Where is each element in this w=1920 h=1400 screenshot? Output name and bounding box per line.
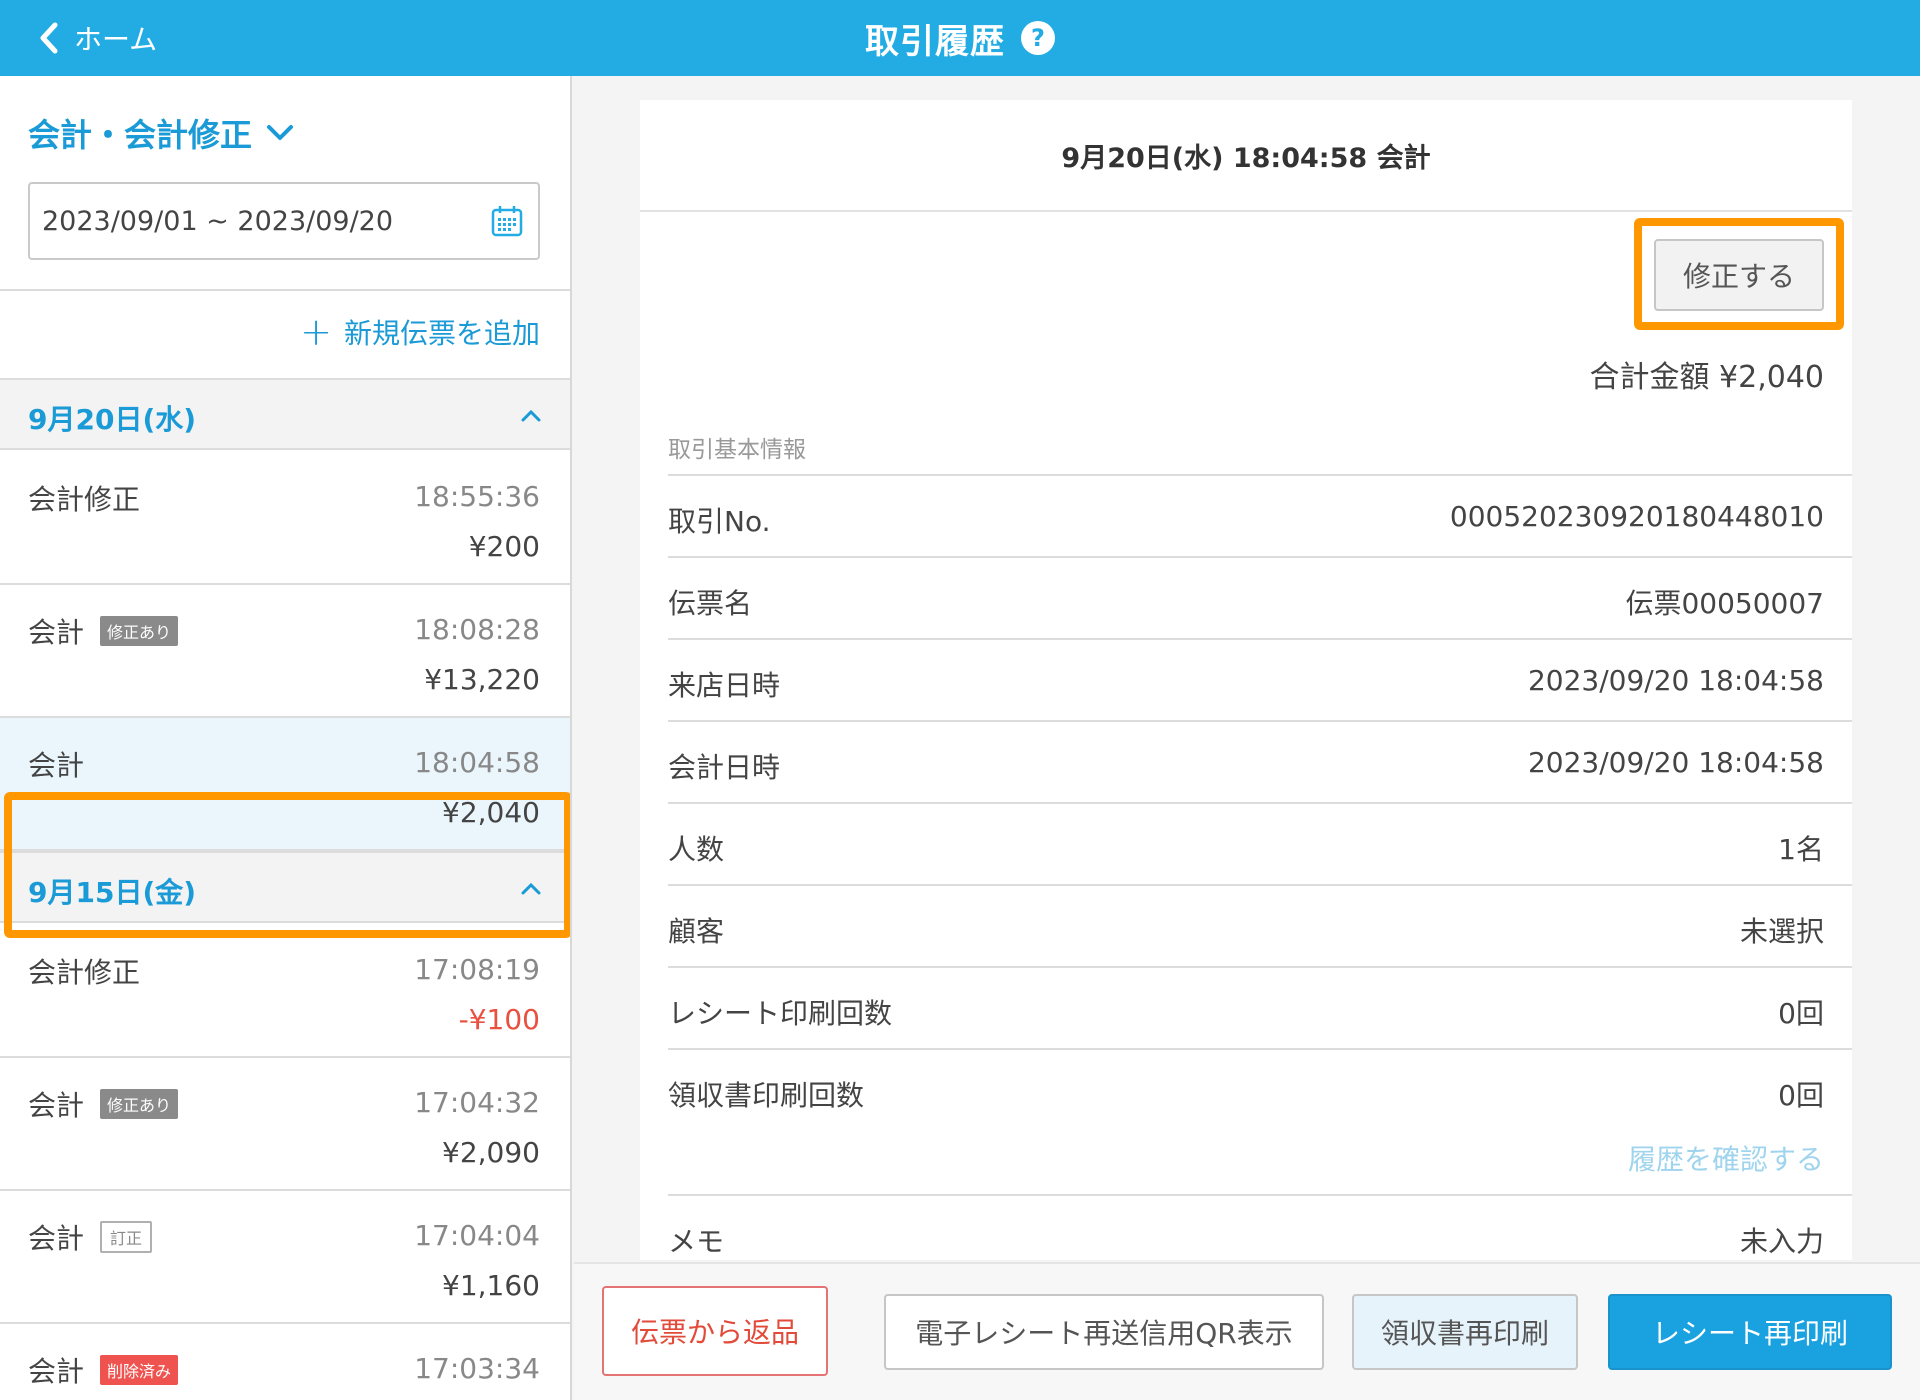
- action-bar: 伝票から返品 電子レシート再送信用QR表示 領収書再印刷 レシート再印刷: [574, 1262, 1920, 1400]
- date-range-field[interactable]: 2023/09/01 ~ 2023/09/20: [28, 182, 540, 260]
- info-value: 0回: [1778, 1079, 1824, 1112]
- info-row: 来店日時 2023/09/20 18:04:58: [668, 638, 1852, 720]
- info-key: レシート印刷回数: [668, 997, 893, 1030]
- filter-dropdown[interactable]: 会計・会計修正: [28, 110, 294, 156]
- date-group-label: 9月20日(水): [28, 403, 197, 436]
- edit-button[interactable]: 修正する: [1654, 239, 1824, 311]
- correction-badge: 訂正: [100, 1221, 153, 1253]
- transaction-time: 18:55:36: [414, 480, 540, 513]
- reprint-slip-button[interactable]: レシート再印刷: [1608, 1294, 1892, 1370]
- info-value: 0回: [1778, 997, 1824, 1030]
- transaction-item[interactable]: 会計修正 18:55:36 ¥200: [0, 452, 570, 585]
- date-group-label: 9月15日(金): [28, 876, 197, 909]
- info-row: 伝票名 伝票00050007: [668, 556, 1852, 638]
- info-value: 00052023092018044801​0: [1449, 500, 1824, 533]
- date-group-header[interactable]: 9月20日(水): [0, 378, 570, 450]
- transaction-time: 17:04:04: [414, 1219, 540, 1252]
- info-row: 領収書印刷回数 0回 履歴を確認する: [668, 1048, 1852, 1194]
- transaction-kind-wrap: 会計 修正あり: [28, 611, 179, 651]
- add-slip-button[interactable]: + 新規伝票を追加: [300, 312, 540, 352]
- reprint-receipt-button[interactable]: 領収書再印刷: [1352, 1294, 1578, 1370]
- deleted-badge: 削除済み: [100, 1355, 179, 1385]
- transaction-item[interactable]: 会計 訂正 17:04:04 ¥1,160: [0, 1191, 570, 1324]
- info-value: 1名: [1778, 833, 1824, 866]
- transaction-amount: ¥1,160: [442, 1269, 540, 1302]
- modified-badge: 修正あり: [100, 1089, 179, 1119]
- transaction-kind: 会計: [28, 749, 85, 782]
- transaction-time: 18:08:28: [414, 613, 540, 646]
- transaction-kind-wrap: 会計 訂正: [28, 1217, 153, 1257]
- plus-icon: +: [300, 310, 332, 354]
- date-range-value: 2023/09/01 ~ 2023/09/20: [42, 205, 394, 237]
- info-row: 人数 1名: [668, 802, 1852, 884]
- show-qr-button[interactable]: 電子レシート再送信用QR表示: [884, 1294, 1324, 1370]
- filter-label: 会計・会計修正: [28, 116, 253, 154]
- calendar-icon[interactable]: [490, 204, 524, 238]
- info-row: 顧客 未選択: [668, 884, 1852, 966]
- info-row: レシート印刷回数 0回: [668, 966, 1852, 1048]
- info-value: 2023/09/20 18:04:58: [1527, 664, 1824, 697]
- transaction-time: 17:04:32: [414, 1086, 540, 1119]
- transaction-amount: ¥2,090: [442, 1136, 540, 1169]
- info-value: 未入力: [1739, 1225, 1824, 1258]
- detail-title: 9月20日(水) 18:04:58 会計: [640, 100, 1852, 212]
- transaction-item[interactable]: 会計修正 17:08:19 -¥100: [0, 925, 570, 1058]
- transaction-kind: 会計: [28, 1222, 85, 1255]
- info-table: 取引No. 00052023092018044801​0 伝票名 伝票00050…: [668, 474, 1852, 1276]
- transaction-item-selected[interactable]: 会計 18:04:58 ¥2,040: [0, 718, 570, 851]
- view-history-link[interactable]: 履歴を確認する: [1628, 1138, 1824, 1178]
- section-label: 取引基本情報: [668, 437, 806, 463]
- chevron-down-icon: [267, 125, 294, 140]
- title-wrap: 取引履歴 ?: [0, 0, 1920, 76]
- info-value: 未選択: [1739, 915, 1824, 948]
- transaction-time: 18:04:58: [414, 746, 540, 779]
- transaction-kind-wrap: 会計 修正あり: [28, 1084, 179, 1124]
- transaction-list-sidebar: 会計・会計修正 2023/09/01 ~ 2023/09/20 + 新規伝票を追…: [0, 76, 572, 1400]
- transaction-kind-wrap: 会計 削除済み: [28, 1350, 179, 1390]
- help-icon[interactable]: ?: [1021, 21, 1055, 55]
- transaction-amount: ¥2,040: [442, 796, 540, 829]
- transaction-amount: ¥200: [468, 530, 540, 563]
- transaction-time: 17:03:34: [414, 1352, 540, 1385]
- date-group-header[interactable]: 9月15日(金): [0, 851, 570, 923]
- info-value: 2023/09/20 18:04:58: [1527, 746, 1824, 779]
- transaction-item[interactable]: 会計 修正あり 18:08:28 ¥13,220: [0, 585, 570, 718]
- chevron-up-icon: [521, 409, 541, 422]
- info-key: 来店日時: [668, 669, 781, 702]
- transaction-kind: 会計: [28, 616, 85, 649]
- transaction-item[interactable]: 会計 修正あり 17:04:32 ¥2,090: [0, 1058, 570, 1191]
- info-row: 取引No. 00052023092018044801​0: [668, 474, 1852, 556]
- transaction-time: 17:08:19: [414, 953, 540, 986]
- return-from-slip-button[interactable]: 伝票から返品: [602, 1286, 828, 1376]
- add-slip-label: 新規伝票を追加: [343, 317, 540, 350]
- transaction-amount: ¥13,220: [424, 663, 540, 696]
- info-key: 伝票名: [668, 587, 753, 620]
- transaction-kind: 会計: [28, 1089, 85, 1122]
- transaction-detail-panel: 9月20日(水) 18:04:58 会計 修正する 合計金額 ¥2,040 取引…: [640, 100, 1852, 1260]
- transaction-kind: 会計修正: [28, 956, 141, 989]
- transaction-kind: 会計修正: [28, 483, 141, 516]
- info-key: 会計日時: [668, 751, 781, 784]
- info-key: 人数: [668, 833, 725, 866]
- divider: [0, 289, 570, 291]
- page-title: 取引履歴: [865, 21, 1005, 62]
- app-header: ホーム 取引履歴 ?: [0, 0, 1920, 76]
- info-key: 取引No.: [668, 505, 771, 538]
- info-row: 会計日時 2023/09/20 18:04:58: [668, 720, 1852, 802]
- info-key: 領収書印刷回数: [668, 1079, 865, 1112]
- modified-badge: 修正あり: [100, 616, 179, 646]
- transaction-item[interactable]: 会計 削除済み 17:03:34: [0, 1324, 570, 1400]
- transaction-amount: -¥100: [458, 1003, 540, 1036]
- transaction-kind: 会計: [28, 1355, 85, 1388]
- info-value: 伝票00050007: [1625, 587, 1824, 620]
- info-key: メモ: [668, 1225, 725, 1258]
- info-key: 顧客: [668, 915, 725, 948]
- chevron-up-icon: [521, 882, 541, 895]
- total-amount: 合計金額 ¥2,040: [1589, 360, 1824, 395]
